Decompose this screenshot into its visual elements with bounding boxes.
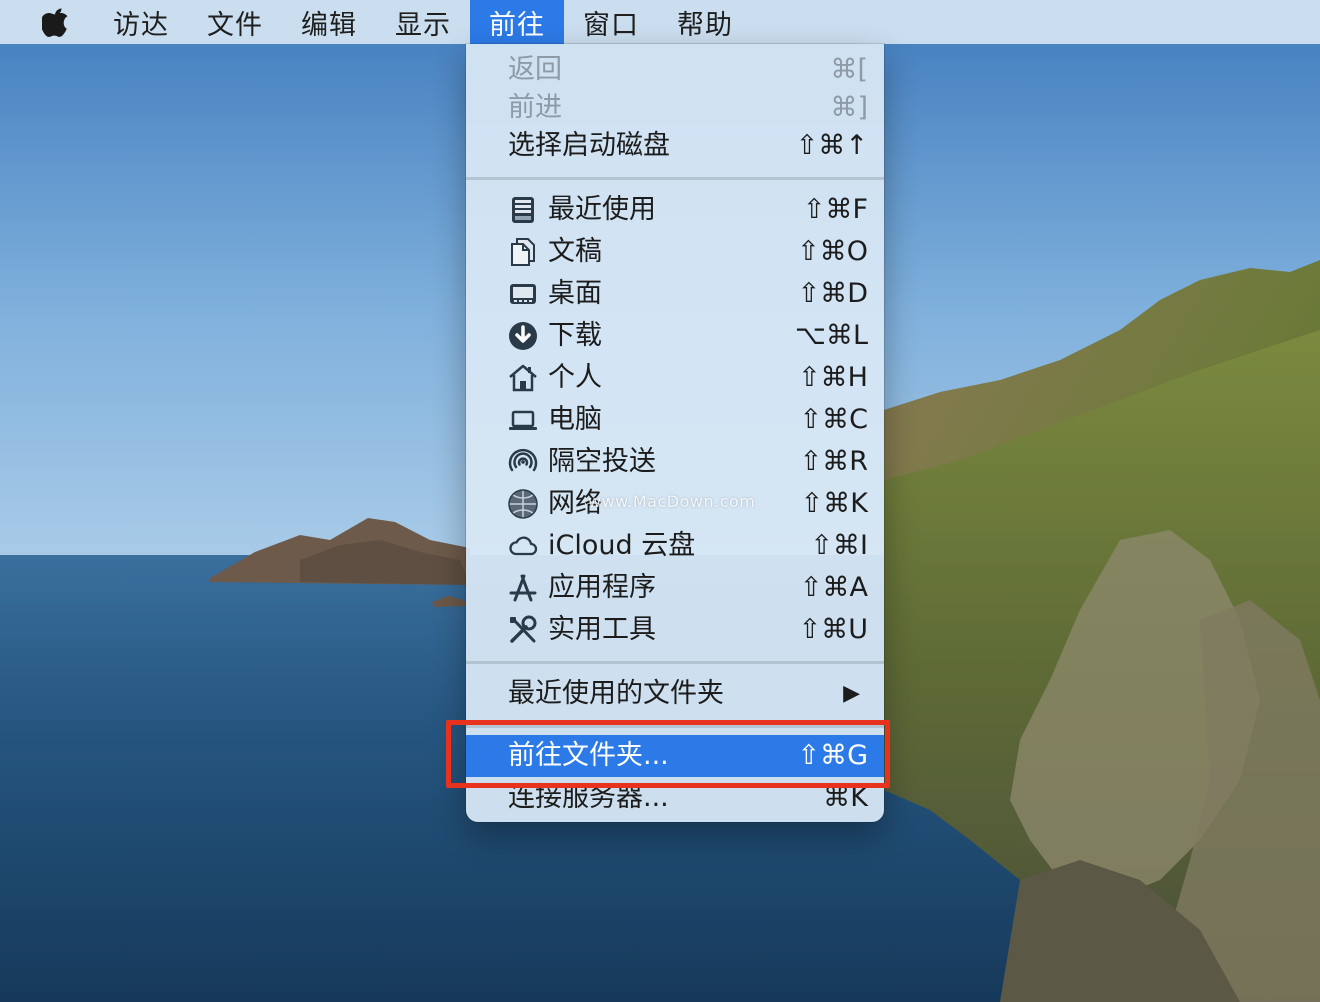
apple-menu-button[interactable] xyxy=(36,0,76,44)
menubar-edit[interactable]: 编辑 xyxy=(282,0,376,44)
menu-item-back[interactable]: 返回 ⌘[ xyxy=(466,49,884,91)
icloud-icon xyxy=(506,529,540,563)
menu-item-shortcut: ⌘] xyxy=(830,92,868,123)
menubar-go[interactable]: 前往 xyxy=(470,0,564,44)
apple-icon xyxy=(42,8,68,37)
menu-item-shortcut: ⇧⌘↑ xyxy=(795,130,868,161)
menu-item-label: 桌面 xyxy=(548,278,602,309)
menu-item-label: 应用程序 xyxy=(548,572,656,603)
menu-item-label: 选择启动磁盘 xyxy=(508,130,670,161)
menu-item-shortcut: ⇧⌘H xyxy=(798,362,868,393)
menubar-finder[interactable]: 访达 xyxy=(94,0,188,44)
menu-item-label: 最近使用 xyxy=(548,194,656,225)
home-icon xyxy=(506,361,540,395)
menu-bar: 访达 文件 编辑 显示 前往 窗口 帮助 xyxy=(0,0,1320,44)
menu-item-shortcut: ⇧⌘K xyxy=(800,488,868,519)
menu-item-downloads[interactable]: 下载 ⌥⌘L xyxy=(466,315,884,357)
menu-separator xyxy=(466,177,884,180)
menu-item-label: 电脑 xyxy=(548,404,602,435)
menu-item-label: 返回 xyxy=(508,54,562,85)
documents-icon xyxy=(506,235,540,269)
menu-item-documents[interactable]: 文稿 ⇧⌘O xyxy=(466,231,884,273)
menu-item-airdrop[interactable]: 隔空投送 ⇧⌘R xyxy=(466,441,884,483)
menu-separator xyxy=(466,661,884,664)
menu-item-label: 下载 xyxy=(548,320,602,351)
menu-item-desktop[interactable]: 桌面 ⇧⌘D xyxy=(466,273,884,315)
menu-item-shortcut: ⇧⌘U xyxy=(798,614,868,645)
menu-item-label: iCloud 云盘 xyxy=(548,530,696,561)
menu-item-home[interactable]: 个人 ⇧⌘H xyxy=(466,357,884,399)
menu-item-forward[interactable]: 前进 ⌘] xyxy=(466,87,884,129)
watermark: www.MacDown.com xyxy=(588,492,756,511)
menu-item-label: 隔空投送 xyxy=(548,446,656,477)
menubar-file[interactable]: 文件 xyxy=(188,0,282,44)
menu-item-shortcut: ⇧⌘F xyxy=(802,194,868,225)
menu-item-label: 实用工具 xyxy=(548,614,656,645)
menu-item-label: 前进 xyxy=(508,92,562,123)
menu-item-shortcut: ⇧⌘R xyxy=(799,446,868,477)
menu-item-applications[interactable]: 应用程序 ⇧⌘A xyxy=(466,567,884,609)
menu-item-label: 个人 xyxy=(548,362,602,393)
menu-item-shortcut: ⇧⌘I xyxy=(810,530,868,561)
menu-item-shortcut: ⇧⌘D xyxy=(797,278,868,309)
desktop-icon xyxy=(506,277,540,311)
airdrop-icon xyxy=(506,445,540,479)
annotation-highlight-box xyxy=(446,720,890,788)
applications-icon xyxy=(506,571,540,605)
menu-item-startup-disk[interactable]: 选择启动磁盘 ⇧⌘↑ xyxy=(466,125,884,167)
menu-item-shortcut: ⌘[ xyxy=(830,54,868,85)
menubar-view[interactable]: 显示 xyxy=(376,0,470,44)
menubar-window[interactable]: 窗口 xyxy=(564,0,658,44)
menubar-help[interactable]: 帮助 xyxy=(658,0,752,44)
network-icon xyxy=(506,487,540,521)
menu-item-computer[interactable]: 电脑 ⇧⌘C xyxy=(466,399,884,441)
menu-item-recent-folders[interactable]: 最近使用的文件夹 ▶ xyxy=(466,673,884,715)
submenu-arrow-icon: ▶ xyxy=(843,681,860,706)
menu-item-label: 文稿 xyxy=(548,236,602,267)
menu-item-label: 最近使用的文件夹 xyxy=(508,678,724,709)
utilities-icon xyxy=(506,613,540,647)
menu-item-shortcut: ⇧⌘A xyxy=(799,572,868,603)
go-menu-dropdown: 返回 ⌘[ 前进 ⌘] 选择启动磁盘 ⇧⌘↑ 最近使用 ⇧⌘F 文稿 ⇧⌘O 桌… xyxy=(466,44,884,822)
menu-item-shortcut: ⌥⌘L xyxy=(794,320,868,351)
menu-item-utilities[interactable]: 实用工具 ⇧⌘U xyxy=(466,609,884,651)
menu-item-icloud-drive[interactable]: iCloud 云盘 ⇧⌘I xyxy=(466,525,884,567)
recents-icon xyxy=(506,193,540,227)
menu-item-shortcut: ⇧⌘C xyxy=(799,404,868,435)
menu-item-recents[interactable]: 最近使用 ⇧⌘F xyxy=(466,189,884,231)
computer-icon xyxy=(506,403,540,437)
menu-item-shortcut: ⇧⌘O xyxy=(797,236,868,267)
downloads-icon xyxy=(506,319,540,353)
